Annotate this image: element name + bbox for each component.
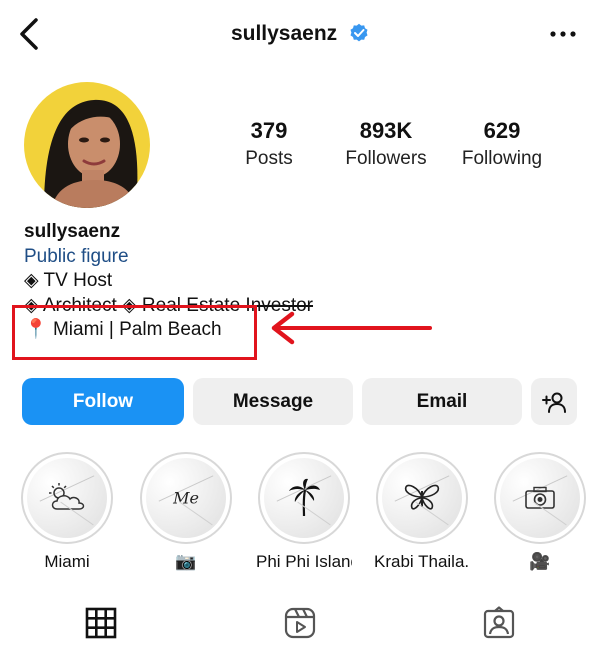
highlight-ring bbox=[494, 452, 586, 544]
story-highlight-phi-phi-island[interactable]: Phi Phi Island bbox=[256, 452, 352, 572]
camera-icon bbox=[525, 486, 555, 509]
bio-line-tv-host: ◈ TV Host bbox=[24, 270, 113, 291]
highlight-cover bbox=[382, 458, 462, 538]
highlight-label: 🎥 bbox=[529, 552, 551, 571]
grid-icon[interactable] bbox=[84, 606, 118, 640]
highlight-cover: Me bbox=[146, 458, 226, 538]
avatar[interactable] bbox=[24, 82, 150, 208]
highlight-cover bbox=[27, 458, 107, 538]
add-user-icon bbox=[542, 392, 566, 413]
followers-stat[interactable]: 893K Followers bbox=[340, 118, 432, 170]
profile-header: sullysaenz bbox=[0, 22, 600, 46]
highlight-label: 📷 bbox=[175, 552, 197, 571]
following-stat[interactable]: 629 Following bbox=[456, 118, 548, 170]
profile-name: sullysaenz bbox=[24, 221, 121, 242]
add-user-button[interactable] bbox=[531, 378, 577, 425]
butterfly-icon bbox=[404, 484, 440, 510]
story-highlight-miami[interactable]: Miami bbox=[19, 452, 115, 572]
highlight-ring bbox=[376, 452, 468, 544]
posts-count: 379 bbox=[250, 118, 288, 143]
highlight-label: Phi Phi Island bbox=[256, 552, 352, 571]
top-bar: sullysaenz bbox=[0, 0, 600, 72]
profile-category[interactable]: Public figure bbox=[24, 245, 424, 270]
highlight-ring bbox=[21, 452, 113, 544]
tagged-icon[interactable] bbox=[482, 606, 516, 640]
reels-icon[interactable] bbox=[283, 606, 317, 640]
annotation-box bbox=[12, 305, 257, 360]
following-count: 629 bbox=[483, 118, 521, 143]
story-highlight-camera[interactable]: 🎥 bbox=[492, 452, 588, 572]
story-highlight-krabi[interactable]: Krabi Thaila... bbox=[374, 452, 470, 572]
me-text-icon: Me bbox=[173, 488, 199, 508]
highlight-cover bbox=[500, 458, 580, 538]
email-button[interactable]: Email bbox=[362, 378, 522, 425]
message-button[interactable]: Message bbox=[193, 378, 353, 425]
palm-tree-icon bbox=[289, 478, 320, 517]
username-title: sullysaenz bbox=[230, 22, 338, 45]
posts-label: Posts bbox=[245, 148, 293, 169]
posts-stat: 379 Posts bbox=[228, 118, 310, 170]
highlight-label: Krabi Thaila... bbox=[374, 552, 470, 571]
avatar-photo bbox=[24, 82, 150, 208]
follow-button[interactable]: Follow bbox=[22, 378, 184, 425]
verified-badge-icon bbox=[350, 23, 368, 42]
highlight-ring: Me bbox=[140, 452, 232, 544]
annotation-arrow-icon bbox=[271, 311, 432, 345]
followers-label: Followers bbox=[345, 148, 427, 169]
highlight-ring bbox=[258, 452, 350, 544]
profile-tab-bar bbox=[0, 590, 600, 649]
following-label: Following bbox=[461, 148, 543, 169]
highlight-cover bbox=[264, 458, 344, 538]
more-horizontal-icon[interactable] bbox=[548, 22, 578, 46]
followers-count: 893K bbox=[359, 118, 413, 143]
cloud-sun-icon bbox=[49, 483, 85, 510]
highlight-label: Miami bbox=[44, 552, 90, 571]
story-highlight-me[interactable]: Me 📷 bbox=[138, 452, 234, 572]
